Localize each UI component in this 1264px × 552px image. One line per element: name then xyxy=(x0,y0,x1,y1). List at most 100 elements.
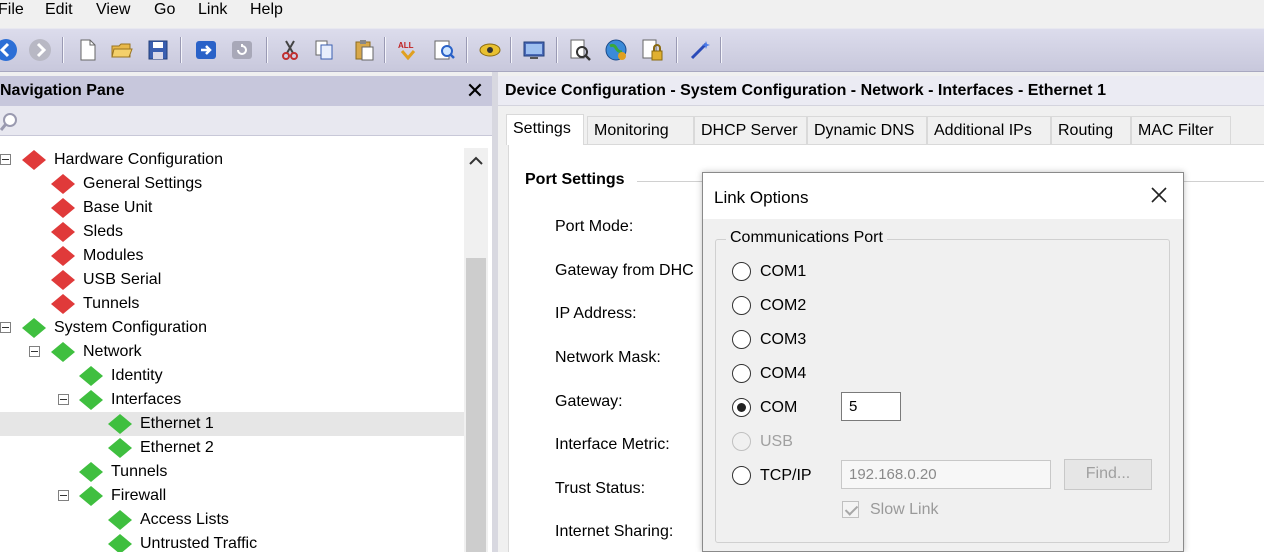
monitor-icon[interactable] xyxy=(522,38,546,62)
radio-label: COM2 xyxy=(760,297,807,314)
interface-metric-label: Interface Metric: xyxy=(555,436,670,453)
open-folder-icon[interactable] xyxy=(110,38,134,62)
tab-routing[interactable]: Routing xyxy=(1051,116,1131,144)
tree-item-identity[interactable]: Identity xyxy=(0,364,464,388)
globe-icon[interactable] xyxy=(604,38,628,62)
tree-item-label: Sleds xyxy=(83,223,124,240)
tree-item-ethernet-1[interactable]: Ethernet 1 xyxy=(0,412,464,436)
tree-item-tunnels[interactable]: Tunnels xyxy=(0,460,464,484)
status-green-diamond-icon xyxy=(79,486,103,506)
menu-help[interactable]: Help xyxy=(250,1,283,19)
tree-item-label: Identity xyxy=(111,367,163,384)
wand-icon[interactable] xyxy=(688,38,712,62)
dialog-title: Link Options xyxy=(714,188,809,207)
tree-item-general-settings[interactable]: General Settings xyxy=(0,172,464,196)
status-green-diamond-icon xyxy=(22,318,46,338)
menu-file[interactable]: File xyxy=(0,1,24,19)
port-mode-label: Port Mode: xyxy=(555,218,634,235)
scrollbar-thumb[interactable] xyxy=(466,258,486,552)
tree-item-label: General Settings xyxy=(83,175,203,192)
find-icon[interactable] xyxy=(432,38,456,62)
menu-go[interactable]: Go xyxy=(154,1,175,19)
status-green-diamond-icon xyxy=(108,510,132,530)
tree-item-network[interactable]: Network xyxy=(0,340,464,364)
search-icon[interactable] xyxy=(0,112,20,132)
tree-item-tunnels-hw[interactable]: Tunnels xyxy=(0,292,464,316)
refresh-icon[interactable] xyxy=(230,38,254,62)
back-icon[interactable] xyxy=(0,38,18,62)
tree-item-modules[interactable]: Modules xyxy=(0,244,464,268)
find-button: Find... xyxy=(1064,459,1152,490)
tab-settings[interactable]: Settings xyxy=(506,114,584,145)
radio-label: COM xyxy=(760,399,798,416)
tree-item-usb-serial[interactable]: USB Serial xyxy=(0,268,464,292)
radio-label: USB xyxy=(760,433,793,450)
tree-item-sleds[interactable]: Sleds xyxy=(0,220,464,244)
collapse-icon[interactable] xyxy=(29,346,40,357)
communications-port-group: Communications Port COM1 COM2 COM3 COM4 … xyxy=(715,229,1170,543)
tree-item-untrusted-traffic[interactable]: Untrusted Traffic xyxy=(0,532,464,552)
trust-status-label: Trust Status: xyxy=(555,480,646,497)
tree-item-label: Interfaces xyxy=(111,391,182,408)
collapse-icon[interactable] xyxy=(0,154,11,165)
status-green-diamond-icon xyxy=(79,462,103,482)
tree-item-interfaces[interactable]: Interfaces xyxy=(0,388,464,412)
radio-button-disabled xyxy=(732,432,751,451)
connect-icon[interactable] xyxy=(478,38,502,62)
navigation-pane: Navigation Pane ✕ Hardware Configuration… xyxy=(0,76,492,552)
menu-link[interactable]: Link xyxy=(198,1,227,19)
tree-item-ethernet-2[interactable]: Ethernet 2 xyxy=(0,436,464,460)
save-icon[interactable] xyxy=(146,38,170,62)
link-icon[interactable] xyxy=(194,38,218,62)
network-mask-label: Network Mask: xyxy=(555,349,661,366)
tree-scrollbar[interactable] xyxy=(464,148,488,552)
search-bar[interactable] xyxy=(0,106,492,136)
tab-dhcp-server[interactable]: DHCP Server xyxy=(694,116,807,144)
tree-item-label: Ethernet 2 xyxy=(140,439,214,456)
tree-item-firewall[interactable]: Firewall xyxy=(0,484,464,508)
cut-icon[interactable] xyxy=(278,38,302,62)
forward-icon[interactable] xyxy=(28,38,52,62)
radio-button[interactable] xyxy=(732,262,751,281)
select-all-icon[interactable]: ALL xyxy=(396,38,420,62)
close-icon[interactable] xyxy=(1147,183,1171,207)
radio-button[interactable] xyxy=(732,330,751,349)
collapse-icon[interactable] xyxy=(0,322,11,333)
tree-item-hardware-configuration[interactable]: Hardware Configuration xyxy=(0,148,464,172)
collapse-icon[interactable] xyxy=(58,490,69,501)
tree-item-label: Base Unit xyxy=(83,199,153,216)
menu-bar: File Edit View Go Link Help xyxy=(0,0,1264,24)
com-number-input[interactable]: 5 xyxy=(841,392,901,421)
radio-button[interactable] xyxy=(732,296,751,315)
slow-link-label: Slow Link xyxy=(870,501,939,518)
status-red-diamond-icon xyxy=(51,246,75,266)
dialog-body: Communications Port COM1 COM2 COM3 COM4 … xyxy=(703,219,1183,551)
tab-dynamic-dns[interactable]: Dynamic DNS xyxy=(807,116,927,144)
menu-edit[interactable]: Edit xyxy=(45,1,73,19)
radio-label: TCP/IP xyxy=(760,467,812,484)
tree-item-base-unit[interactable]: Base Unit xyxy=(0,196,464,220)
lock-icon[interactable] xyxy=(640,38,664,62)
ip-address-label: IP Address: xyxy=(555,305,637,322)
chevron-up-icon[interactable] xyxy=(468,154,484,166)
communications-port-legend: Communications Port xyxy=(726,229,887,247)
menu-view[interactable]: View xyxy=(96,1,130,19)
tab-mac-filter[interactable]: MAC Filter xyxy=(1131,116,1231,144)
status-red-diamond-icon xyxy=(51,222,75,242)
tab-additional-ips[interactable]: Additional IPs xyxy=(927,116,1051,144)
tab-monitoring[interactable]: Monitoring xyxy=(587,116,694,144)
tree-item-system-configuration[interactable]: System Configuration xyxy=(0,316,464,340)
close-icon[interactable]: ✕ xyxy=(462,78,488,104)
navigation-pane-title: Navigation Pane xyxy=(0,82,125,99)
gateway-label: Gateway: xyxy=(555,393,623,410)
collapse-icon[interactable] xyxy=(58,394,69,405)
paste-icon[interactable] xyxy=(352,38,376,62)
inspect-icon[interactable] xyxy=(568,38,592,62)
radio-button-selected[interactable] xyxy=(732,398,751,417)
tree-item-access-lists[interactable]: Access Lists xyxy=(0,508,464,532)
copy-icon[interactable] xyxy=(312,38,336,62)
status-red-diamond-icon xyxy=(51,294,75,314)
new-document-icon[interactable] xyxy=(76,38,100,62)
radio-button[interactable] xyxy=(732,364,751,383)
radio-button[interactable] xyxy=(732,466,751,485)
